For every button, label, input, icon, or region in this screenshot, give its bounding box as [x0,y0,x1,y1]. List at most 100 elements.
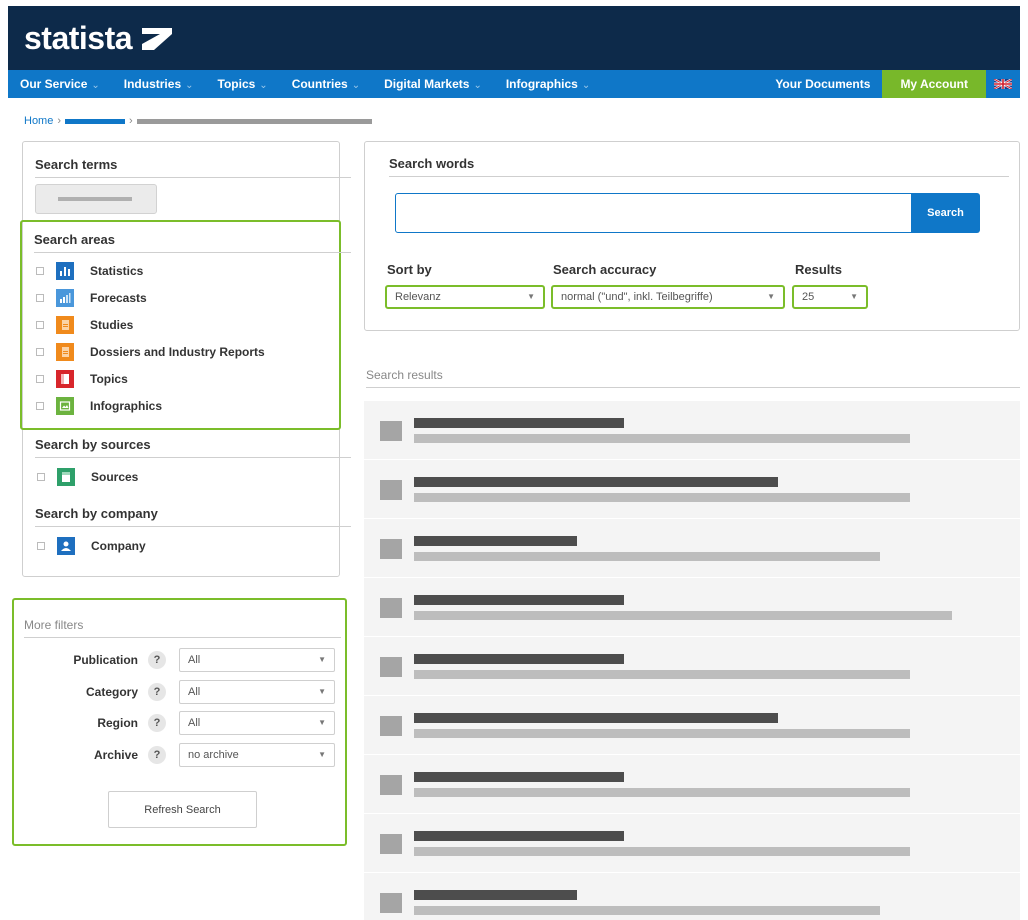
nav-my-account[interactable]: My Account [882,70,986,98]
studies-icon [56,316,74,334]
result-title-redacted[interactable] [414,831,624,841]
result-item[interactable] [364,519,1020,577]
search-accuracy-select[interactable]: normal ("und", inkl. Teilbegriffe) ▼ [551,285,785,309]
checkbox[interactable] [37,473,45,481]
search-input[interactable] [395,193,913,233]
nav-label: Industries [123,77,182,91]
filter-row-archive: Archive ? no archive ▼ [14,743,345,767]
option-label: Sources [91,470,139,484]
source-option-sources[interactable]: Sources [37,468,138,486]
result-description-redacted [414,611,952,620]
result-description-redacted [414,729,910,738]
more-filters-section: More filters Publication ? All ▼ Category… [12,598,347,846]
result-item[interactable] [364,637,1020,695]
result-description-redacted [414,434,910,443]
result-item[interactable] [364,873,1020,920]
result-title-redacted[interactable] [414,890,577,900]
infographics-icon [56,397,74,415]
sources-icon [57,468,75,486]
checkbox[interactable] [37,542,45,550]
result-thumbnail [380,775,402,795]
results-count-select[interactable]: 25 ▼ [792,285,868,309]
breadcrumb-separator: › [57,115,62,127]
chevron-down-icon: ⌄ [581,80,591,91]
search-button[interactable]: Search [911,193,980,233]
search-term-chip[interactable] [35,184,157,214]
company-option[interactable]: Company [37,537,146,555]
search-results-title: Search results [366,368,1020,388]
nav-infographics[interactable]: Infographics ⌄ [494,70,602,98]
search-words-title: Search words [389,156,1009,177]
results-label: Results [795,262,842,277]
select-value: Relevanz [395,291,441,303]
company-icon [57,537,75,555]
checkbox[interactable] [36,294,44,302]
checkbox[interactable] [36,402,44,410]
uk-flag-icon[interactable] [986,79,1020,89]
nav-digital-markets[interactable]: Digital Markets ⌄ [372,70,494,98]
area-option-infographics[interactable]: Infographics [36,397,162,415]
logo-mark-icon [142,27,173,50]
filter-row-region: Region ? All ▼ [14,711,345,735]
area-option-topics[interactable]: Topics [36,370,128,388]
nav-countries[interactable]: Countries ⌄ [280,70,372,98]
sort-by-select[interactable]: Relevanz ▼ [385,285,545,309]
result-title-redacted[interactable] [414,477,778,487]
region-select[interactable]: All ▼ [179,711,335,735]
help-icon[interactable]: ? [148,746,166,764]
result-item[interactable] [364,578,1020,636]
result-thumbnail [380,480,402,500]
refresh-search-button[interactable]: Refresh Search [108,791,257,828]
uk-flag-svg [994,79,1012,89]
checkbox[interactable] [36,375,44,383]
result-title-redacted[interactable] [414,772,624,782]
help-icon[interactable]: ? [148,714,166,732]
result-item[interactable] [364,814,1020,872]
logo-text: statista [24,20,133,56]
chevron-down-icon: ⌄ [259,80,268,91]
nav-your-documents[interactable]: Your Documents [763,70,882,98]
statistics-icon [56,262,74,280]
option-label: Infographics [90,399,163,413]
option-label: Studies [90,318,134,332]
archive-select[interactable]: no archive ▼ [179,743,335,767]
help-icon[interactable]: ? [148,683,166,701]
help-icon[interactable]: ? [148,651,166,669]
option-label: Dossiers and Industry Reports [90,345,265,359]
publication-select[interactable]: All ▼ [179,648,335,672]
statista-logo[interactable]: statista [24,20,174,57]
breadcrumb-home[interactable]: Home [24,115,53,127]
nav-label: Countries [291,77,348,91]
result-item[interactable] [364,401,1020,459]
nav-industries[interactable]: Industries ⌄ [112,70,206,98]
filter-label: Publication [73,653,138,667]
caret-down-icon: ▼ [767,292,775,301]
result-thumbnail [380,598,402,618]
result-item[interactable] [364,696,1020,754]
area-option-studies[interactable]: Studies [36,316,133,334]
chevron-down-icon: ⌄ [473,80,482,91]
result-title-redacted[interactable] [414,418,624,428]
nav-label: Our Service [20,77,88,91]
nav-label: Topics [217,77,256,91]
result-title-redacted[interactable] [414,654,624,664]
nav-topics[interactable]: Topics ⌄ [206,70,280,98]
area-option-statistics[interactable]: Statistics [36,262,143,280]
result-item[interactable] [364,755,1020,813]
result-item[interactable] [364,460,1020,518]
nav-our-service[interactable]: Our Service ⌄ [8,70,112,98]
area-option-forecasts[interactable]: Forecasts [36,289,147,307]
select-value: normal ("und", inkl. Teilbegriffe) [561,291,713,303]
search-term-redacted [58,197,132,201]
checkbox[interactable] [36,348,44,356]
checkbox[interactable] [36,321,44,329]
area-option-dossiers[interactable]: Dossiers and Industry Reports [36,343,265,361]
result-title-redacted[interactable] [414,536,577,546]
result-title-redacted[interactable] [414,713,778,723]
breadcrumb-link-redacted[interactable] [65,118,126,124]
category-select[interactable]: All ▼ [179,680,335,704]
result-title-redacted[interactable] [414,595,624,605]
checkbox[interactable] [36,267,44,275]
sort-by-label: Sort by [387,262,432,277]
filter-row-category: Category ? All ▼ [14,680,345,704]
